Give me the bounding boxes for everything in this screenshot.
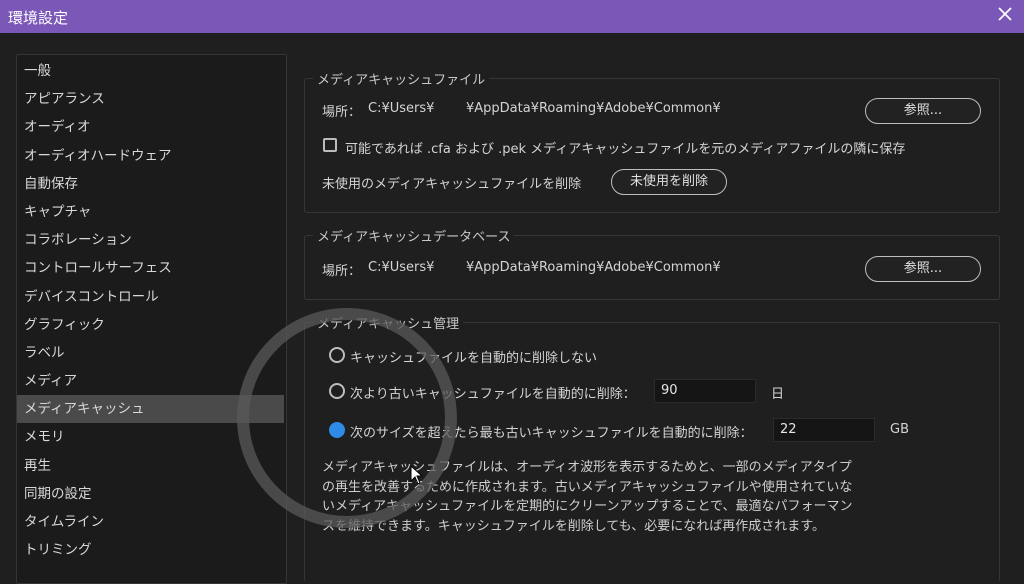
- sidebar-item-labels[interactable]: ラベル: [17, 339, 284, 367]
- cache-db-browse-button[interactable]: 参照...: [865, 256, 981, 282]
- cache-db-path-end: ¥AppData¥Roaming¥Adobe¥Common¥: [466, 260, 721, 275]
- sidebar-item-general[interactable]: 一般: [17, 57, 284, 85]
- media-cache-database-legend: メディアキャッシュデータベース: [313, 226, 515, 245]
- delete-unused-button[interactable]: 未使用を削除: [611, 169, 727, 195]
- sidebar-item-media[interactable]: メディア: [17, 367, 284, 395]
- save-next-to-originals-label: 可能であれば .cfa および .pek メディアキャッシュファイルを元のメディ…: [345, 142, 906, 157]
- radio-never-delete-label: キャッシュファイルを自動的に削除しない: [350, 351, 598, 366]
- sidebar-item-collaboration[interactable]: コラボレーション: [17, 226, 284, 254]
- older-days-input[interactable]: 90: [654, 379, 756, 403]
- older-days-unit: 日: [771, 387, 785, 402]
- window-title: 環境設定: [8, 9, 69, 27]
- sidebar-item-timeline[interactable]: タイムライン: [17, 508, 284, 536]
- radio-delete-by-size-label: 次のサイズを超えたら最も古いキャッシュファイルを自動的に削除：: [350, 426, 753, 441]
- save-next-to-originals-checkbox[interactable]: [323, 138, 337, 152]
- media-cache-files-legend: メディアキャッシュファイル: [313, 69, 490, 88]
- sidebar-item-control-surface[interactable]: コントロールサーフェス: [17, 254, 284, 282]
- cache-files-path-start: C:¥Users¥: [368, 101, 435, 116]
- cache-files-location-label: 場所：: [322, 105, 362, 120]
- sidebar-item-auto-save[interactable]: 自動保存: [17, 170, 284, 198]
- title-bar: 環境設定: [0, 0, 1024, 33]
- size-limit-unit: GB: [890, 422, 909, 437]
- sidebar-item-device-control[interactable]: デバイスコントロール: [17, 283, 284, 311]
- cache-db-location-label: 場所：: [322, 264, 362, 279]
- close-icon[interactable]: [996, 5, 1014, 23]
- mouse-cursor-icon: [410, 465, 424, 485]
- radio-delete-by-size[interactable]: [329, 422, 345, 438]
- radio-never-delete[interactable]: [329, 347, 345, 363]
- sidebar-item-playback[interactable]: 再生: [17, 452, 284, 480]
- sidebar-item-trim[interactable]: トリミング: [17, 536, 284, 564]
- sidebar-item-graphics[interactable]: グラフィック: [17, 311, 284, 339]
- cache-db-path-start: C:¥Users¥: [368, 260, 435, 275]
- sidebar-item-capture[interactable]: キャプチャ: [17, 198, 284, 226]
- sidebar-item-audio[interactable]: オーディオ: [17, 113, 284, 141]
- cache-files-path-end: ¥AppData¥Roaming¥Adobe¥Common¥: [466, 101, 721, 116]
- cache-files-browse-button[interactable]: 参照...: [865, 98, 981, 124]
- sidebar-item-memory[interactable]: メモリ: [17, 423, 284, 451]
- sidebar-item-media-cache[interactable]: メディアキャッシュ: [17, 395, 284, 424]
- sidebar-item-sync-settings[interactable]: 同期の設定: [17, 480, 284, 508]
- cache-description: メディアキャッシュファイルは、オーディオ波形を表示するためと、一部のメディアタイ…: [322, 460, 853, 534]
- category-list[interactable]: 一般 アピアランス オーディオ オーディオハードウェア 自動保存 キャプチャ コ…: [16, 54, 287, 584]
- radio-delete-older-label: 次より古いキャッシュファイルを自動的に削除：: [350, 387, 636, 402]
- sidebar-item-appearance[interactable]: アピアランス: [17, 85, 284, 113]
- delete-unused-label: 未使用のメディアキャッシュファイルを削除: [322, 177, 582, 192]
- size-limit-input[interactable]: 22: [773, 418, 875, 442]
- radio-delete-older[interactable]: [329, 383, 345, 399]
- media-cache-management-legend: メディアキャッシュ管理: [313, 313, 464, 332]
- sidebar-item-audio-hardware[interactable]: オーディオハードウェア: [17, 142, 284, 170]
